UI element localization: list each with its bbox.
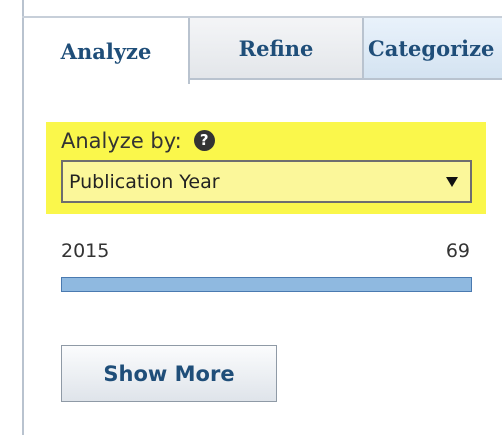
analyze-by-text: Analyze by: xyxy=(61,129,182,153)
result-bar-fill xyxy=(62,278,471,291)
question-circle-icon[interactable]: ? xyxy=(193,129,215,151)
tab-refine[interactable]: Refine xyxy=(190,18,362,80)
analyze-by-label: Analyze by: ? xyxy=(61,129,215,153)
select-value: Publication Year xyxy=(69,170,220,193)
result-year[interactable]: 2015 xyxy=(61,240,109,262)
result-count: 69 xyxy=(445,240,470,262)
analyze-panel: Analyze Refine Categorize Analyze by: ? … xyxy=(0,0,502,435)
tab-categorize[interactable]: Categorize xyxy=(362,18,502,80)
analyze-by-select[interactable]: Publication Year xyxy=(61,160,472,203)
tab-analyze[interactable]: Analyze xyxy=(24,18,190,84)
show-more-button[interactable]: Show More xyxy=(61,345,277,402)
triangle-down-icon xyxy=(446,176,458,187)
result-bar xyxy=(61,277,472,292)
tab-bar: Analyze Refine Categorize xyxy=(24,18,502,84)
